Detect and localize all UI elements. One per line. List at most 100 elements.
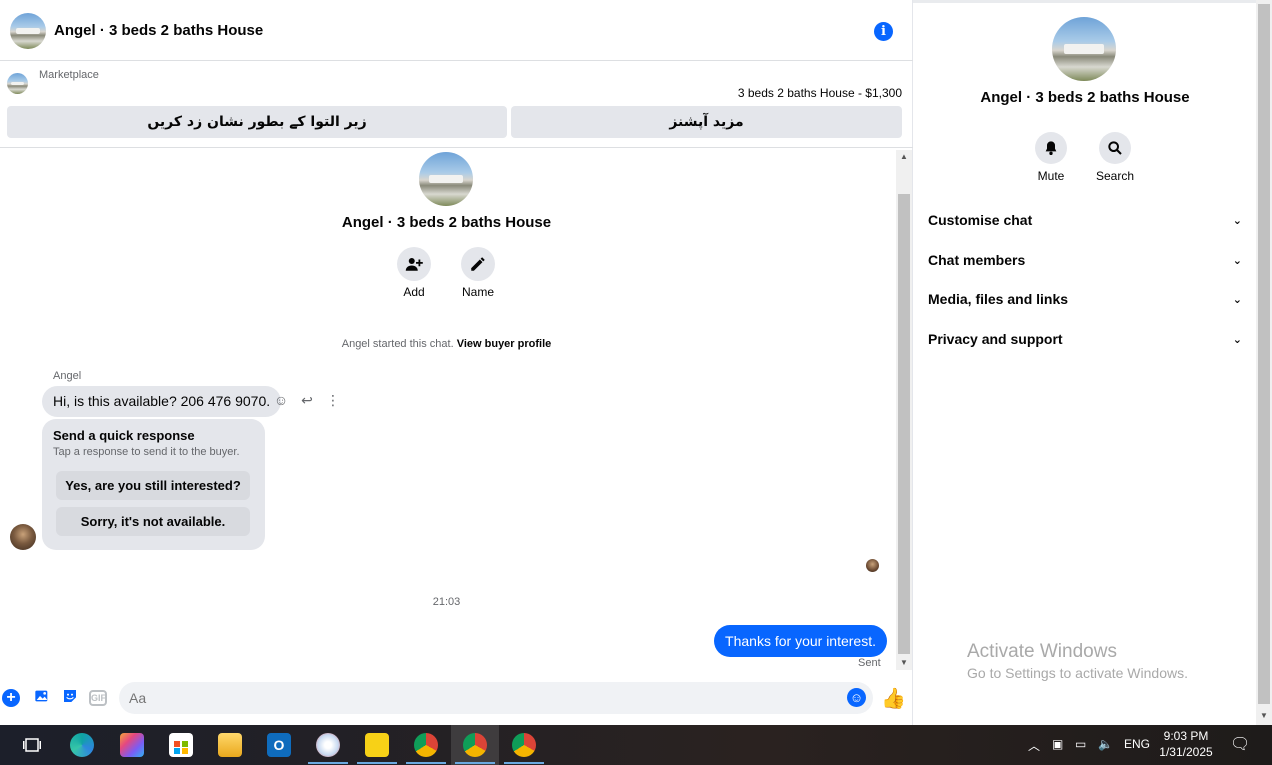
chevron-down-icon: ⌄ (1232, 333, 1242, 346)
incoming-message-bubble[interactable]: Hi, is this available? 206 476 9070. (42, 386, 282, 417)
reply-icon[interactable]: ↩ (299, 392, 315, 408)
chat-intro-avatar (419, 152, 473, 206)
search-button[interactable] (1099, 132, 1131, 164)
emoji-icon[interactable]: ☺ (847, 688, 866, 707)
chevron-down-icon: ⌄ (1232, 214, 1242, 227)
message-input[interactable] (119, 682, 873, 714)
running-indicator (357, 762, 397, 764)
plus-icon[interactable]: + (2, 689, 20, 707)
chevron-down-icon: ⌄ (1232, 293, 1242, 306)
paint-app-icon[interactable] (316, 733, 340, 757)
clock-time: 9:03 PM (1163, 729, 1209, 743)
sender-name: Angel (53, 370, 82, 382)
photo-icon[interactable] (32, 688, 52, 708)
section-label: Customise chat (928, 212, 1033, 228)
add-people-button[interactable] (397, 247, 431, 281)
marketplace-listing-thumbnail[interactable] (7, 73, 28, 94)
media-files-links-section[interactable]: Media, files and links ⌄ (928, 288, 1242, 310)
view-buyer-profile-link[interactable]: View buyer profile (457, 338, 552, 350)
chat-info-panel: Angel · 3 beds 2 baths House Mute Search… (914, 3, 1256, 725)
chat-scrollbar[interactable]: ▲ ▼ (896, 150, 912, 670)
store-icon[interactable] (169, 733, 193, 757)
name-chat-button[interactable] (461, 247, 495, 281)
chat-started-notice: Angel started this chat. View buyer prof… (0, 338, 893, 350)
quick-response-title: Send a quick response (53, 428, 195, 443)
chevron-down-icon: ⌄ (1232, 254, 1242, 267)
volume-icon[interactable]: 🔈 (1098, 737, 1113, 751)
more-actions-button[interactable]: مزید آپشنز (511, 106, 902, 138)
quick-response-card: Send a quick response Tap a response to … (42, 419, 265, 550)
file-explorer-icon[interactable] (218, 733, 242, 757)
network-icon[interactable]: ▭ (1075, 737, 1086, 751)
task-view-shape-icon (23, 738, 41, 752)
running-indicator (504, 762, 544, 764)
windows-taskbar: O ︿ ▣ ▭ 🔈 ENG 9:03 PM 1/31/2025 🗨 (0, 725, 1272, 765)
language-indicator[interactable]: ENG (1124, 737, 1150, 751)
info-icon[interactable]: i (874, 22, 893, 41)
mute-button[interactable] (1035, 132, 1067, 164)
page-scroll-thumb[interactable] (1258, 4, 1270, 704)
outlook-icon[interactable]: O (267, 733, 291, 757)
section-label: Media, files and links (928, 291, 1069, 307)
sticker-icon[interactable] (60, 688, 80, 708)
quick-response-still-interested-button[interactable]: Yes, are you still interested? (56, 471, 250, 500)
chrome-profile-icon[interactable] (512, 733, 536, 757)
section-label: Privacy and support (928, 331, 1063, 347)
edge-browser-icon[interactable] (70, 733, 94, 757)
sticky-notes-icon[interactable] (365, 733, 389, 757)
task-view-icon[interactable] (22, 735, 42, 755)
info-panel-avatar (1052, 17, 1116, 81)
marketplace-banner: Marketplace 3 beds 2 baths House - $1,30… (0, 62, 913, 148)
add-person-icon (405, 258, 423, 271)
notifications-icon[interactable]: 🗨 (1230, 734, 1250, 754)
search-icon (1108, 141, 1122, 155)
started-text: Angel started this chat. (341, 338, 454, 350)
react-emoji-icon[interactable]: ☺ (273, 392, 289, 408)
buyer-avatar[interactable] (10, 524, 36, 550)
chat-members-section[interactable]: Chat members ⌄ (928, 249, 1242, 271)
sent-status: Sent (858, 657, 881, 669)
gif-icon[interactable]: GIF (89, 690, 107, 706)
chat-header: Angel · 3 beds 2 baths House i (0, 3, 913, 61)
listing-title[interactable]: 3 beds 2 baths House - $1,300 (738, 86, 902, 100)
scroll-up-arrow-icon[interactable]: ▲ (896, 150, 912, 164)
activate-windows-watermark: Activate Windows Go to Settings to activ… (967, 641, 1188, 681)
thumbs-up-icon[interactable]: 👍 (881, 686, 906, 711)
info-panel-title: Angel · 3 beds 2 baths House (980, 89, 1190, 106)
chrome-icon[interactable] (414, 733, 438, 757)
privacy-support-section[interactable]: Privacy and support ⌄ (928, 328, 1242, 350)
pencil-icon (471, 257, 485, 271)
screen: Angel · 3 beds 2 baths House i Marketpla… (0, 0, 1272, 765)
more-options-icon[interactable]: ⋮ (325, 392, 341, 408)
message-timestamp: 21:03 (432, 596, 461, 608)
system-clock[interactable]: 9:03 PM 1/31/2025 (1158, 728, 1214, 760)
chrome-profile-icon[interactable] (463, 733, 487, 757)
meet-now-icon[interactable]: ▣ (1052, 737, 1063, 751)
search-label: Search (1095, 169, 1135, 183)
message-actions: ☺ ↩ ⋮ (273, 392, 341, 408)
listing-avatar[interactable] (10, 13, 46, 49)
mark-pending-button[interactable]: زیر التوا کے بطور نشان زد کریں (7, 106, 507, 138)
message-composer: + GIF ☺ 👍 (0, 680, 913, 718)
scroll-down-arrow-icon[interactable]: ▼ (896, 656, 912, 670)
running-indicator (406, 762, 446, 764)
read-receipt-avatar (866, 559, 879, 572)
page-scrollbar[interactable]: ▼ (1256, 0, 1272, 725)
store-bag-icon (174, 741, 188, 754)
show-hidden-icons-chevron-icon[interactable]: ︿ (1028, 737, 1040, 754)
mute-label: Mute (1037, 169, 1065, 183)
running-indicator (308, 762, 348, 764)
watermark-line1: Activate Windows (967, 641, 1117, 662)
add-label: Add (403, 285, 425, 299)
quick-response-not-available-button[interactable]: Sorry, it's not available. (56, 507, 250, 536)
page-scroll-down-icon[interactable]: ▼ (1256, 709, 1272, 723)
name-label: Name (461, 285, 494, 299)
sticker-shape-icon (64, 690, 76, 702)
outgoing-message-bubble[interactable]: Thanks for your interest. (714, 625, 887, 657)
copilot-icon[interactable] (120, 733, 144, 757)
marketplace-label: Marketplace (39, 69, 99, 81)
scroll-thumb[interactable] (898, 194, 910, 654)
quick-response-subtitle: Tap a response to send it to the buyer. (53, 446, 240, 458)
chat-title[interactable]: Angel · 3 beds 2 baths House (54, 22, 263, 39)
customise-chat-section[interactable]: Customise chat ⌄ (928, 209, 1242, 231)
